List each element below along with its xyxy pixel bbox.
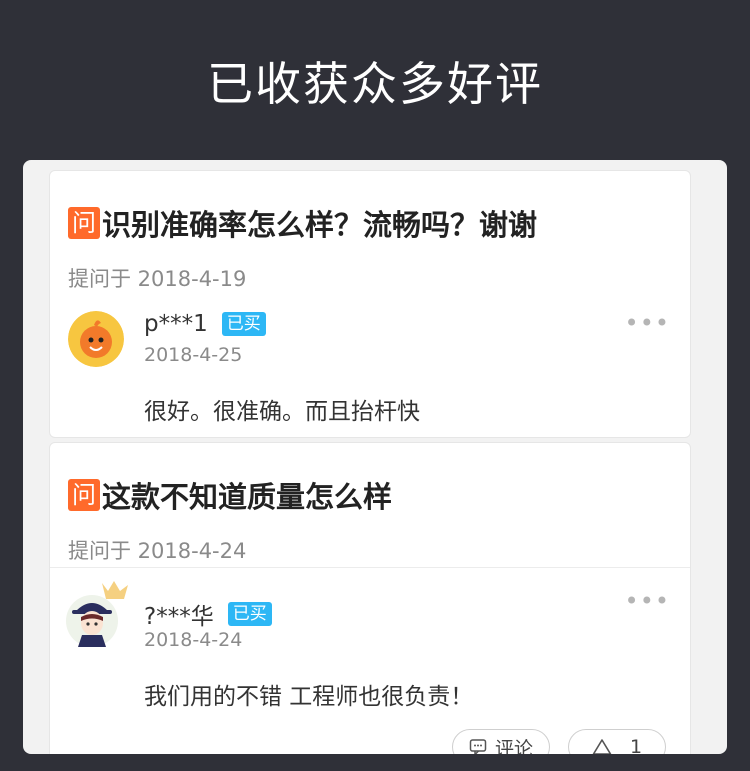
comment-icon [469,738,487,754]
user-name: ?***华 [144,604,214,630]
asked-date: 提问于 2018-4-19 [68,267,247,291]
answer-user-row: ?***华 已买 [144,597,272,631]
question-text: 这款不知道质量怎么样 [102,480,393,514]
comment-button[interactable]: 评论 [452,729,550,754]
answer-text: 我们用的不错 工程师也很负责！ [144,684,474,710]
asked-date: 提问于 2018-4-24 [68,539,247,563]
like-triangle-icon [592,738,612,754]
like-count: 1 [629,736,643,754]
question-text: 识别准确率怎么样？流畅吗？谢谢 [102,208,538,242]
question-badge: 问 [68,479,100,511]
answer-text: 很好。很准确。而且抬杆快 [144,399,420,425]
answer-user-row: p***1 已买 [144,311,266,337]
avatar [64,577,134,649]
divider [50,567,690,568]
question-badge: 问 [68,207,100,239]
bought-badge: 已买 [221,312,266,336]
more-dots-icon[interactable]: ••• [625,311,670,335]
answer-date: 2018-4-25 [144,344,243,366]
answer-date: 2018-4-24 [144,629,243,651]
like-button[interactable]: 1 [568,729,666,754]
question-card[interactable]: 问 识别准确率怎么样？流畅吗？谢谢 提问于 2018-4-19 ••• p***… [49,170,691,438]
qa-panel: 问 识别准确率怎么样？流畅吗？谢谢 提问于 2018-4-19 ••• p***… [23,160,727,754]
question-row: 问 这款不知道质量怎么样 [68,475,680,515]
page-title: 已收获众多好评 [207,57,543,111]
question-card[interactable]: 问 这款不知道质量怎么样 提问于 2018-4-24 ••• ?***华 已买 … [49,442,691,754]
more-dots-icon[interactable]: ••• [625,589,670,613]
bought-badge: 已买 [227,602,272,626]
comment-label: 评论 [494,737,533,755]
avatar [68,311,124,367]
crown-icon [102,581,128,599]
user-name: p***1 [144,311,208,337]
question-row: 问 识别准确率怎么样？流畅吗？谢谢 [68,203,680,243]
